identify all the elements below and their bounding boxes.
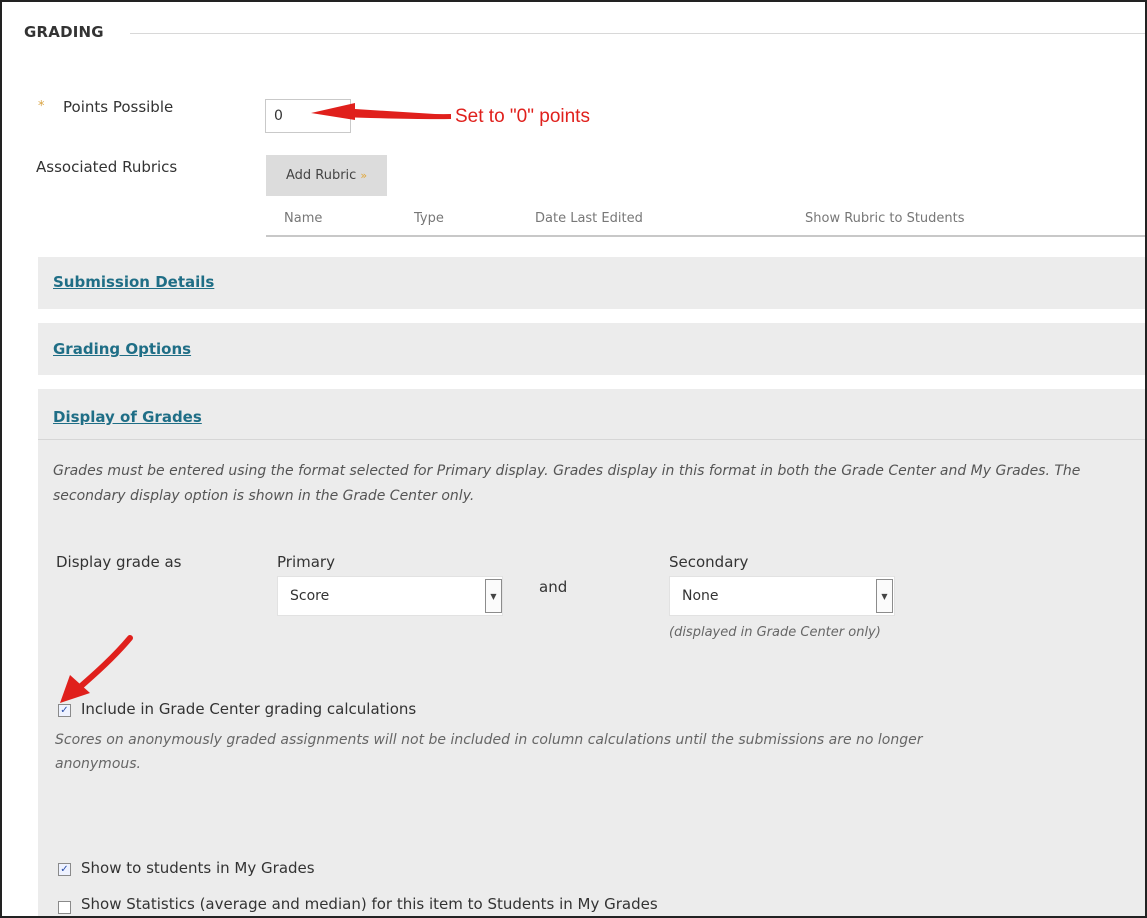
panel-divider: [38, 439, 1145, 440]
associated-rubrics-label: Associated Rubrics: [36, 158, 178, 176]
double-chevron-down-icon: »: [360, 169, 368, 182]
annotation-text: Set to "0" points: [455, 106, 590, 127]
rubric-column-type: Type: [414, 211, 444, 226]
show-to-students-label: Show to students in My Grades: [81, 859, 315, 877]
primary-display-select[interactable]: Score: [277, 576, 503, 616]
secondary-note: (displayed in Grade Center only): [669, 625, 881, 640]
display-of-grades-link[interactable]: Display of Grades: [53, 408, 202, 426]
rubric-table-header: [266, 199, 1145, 237]
submission-details-panel: Submission Details: [38, 257, 1145, 309]
show-statistics-label: Show Statistics (average and median) for…: [81, 895, 658, 913]
submission-details-link[interactable]: Submission Details: [53, 273, 214, 291]
show-to-students-checkbox[interactable]: ✓: [58, 863, 71, 876]
checkmark-icon: ✓: [60, 704, 69, 716]
include-calculations-checkbox[interactable]: ✓: [58, 704, 71, 717]
rubric-column-date: Date Last Edited: [535, 211, 643, 226]
checkmark-icon: ✓: [60, 863, 69, 875]
secondary-select-value: None: [682, 588, 719, 604]
required-marker: *: [38, 99, 45, 114]
grading-page: GRADING * Points Possible Set to "0" poi…: [0, 0, 1147, 918]
grading-options-panel: Grading Options: [38, 323, 1145, 375]
rubric-column-show: Show Rubric to Students: [805, 211, 965, 226]
primary-label: Primary: [277, 553, 335, 571]
grading-options-link[interactable]: Grading Options: [53, 340, 191, 358]
show-statistics-checkbox[interactable]: [58, 901, 71, 914]
display-help-text: Grades must be entered using the format …: [53, 463, 1081, 504]
include-calculations-label: Include in Grade Center grading calculat…: [81, 700, 417, 718]
annotation-arrow-icon-2: [60, 635, 133, 703]
secondary-select-arrow-icon[interactable]: ▼: [876, 579, 893, 613]
secondary-display-select[interactable]: None: [669, 576, 895, 616]
annotation-arrow-icon: [311, 103, 452, 120]
anonymous-note: Scores on anonymously graded assignments…: [55, 732, 923, 772]
display-grade-label: Display grade as: [56, 553, 182, 571]
section-divider: [130, 33, 1145, 34]
and-text: and: [539, 578, 568, 596]
secondary-label: Secondary: [669, 553, 749, 571]
add-rubric-button[interactable]: Add Rubric »: [266, 155, 387, 196]
rubric-column-name: Name: [284, 211, 323, 226]
add-rubric-label: Add Rubric: [285, 168, 357, 183]
primary-select-value: Score: [290, 588, 330, 604]
primary-select-arrow-icon[interactable]: ▼: [485, 579, 502, 613]
section-title: GRADING: [24, 23, 104, 41]
points-possible-label: Points Possible: [63, 98, 174, 116]
